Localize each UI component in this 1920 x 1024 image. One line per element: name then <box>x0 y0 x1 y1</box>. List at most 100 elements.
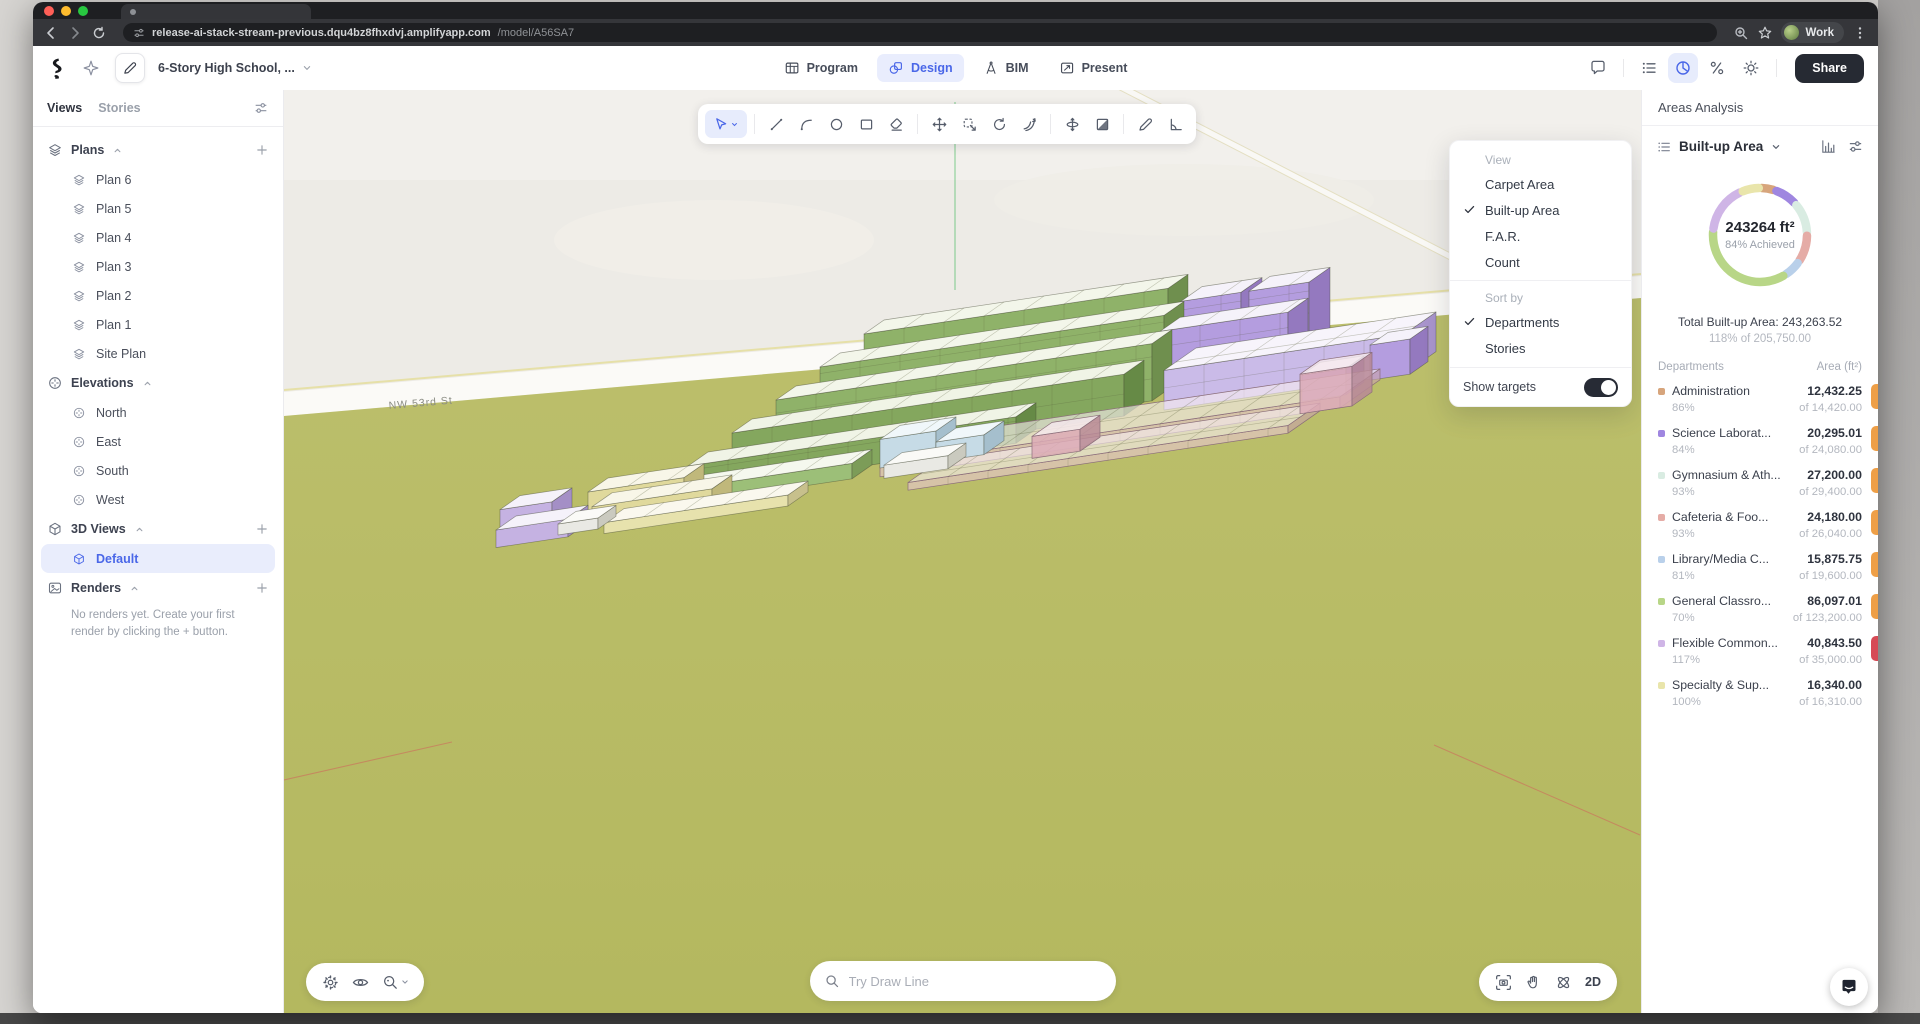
close-window-button[interactable] <box>44 6 54 16</box>
section-header-renders[interactable]: Renders <box>41 573 275 603</box>
sidebar-item-plan-3[interactable]: Plan 3 <box>41 252 275 281</box>
rotate-tool[interactable] <box>985 110 1013 138</box>
department-area-value: 24,180.00 <box>1807 510 1862 524</box>
3d-scene[interactable]: NW 53rd St NW 53rd St <box>284 90 1641 1013</box>
menu-option-departments[interactable]: Departments <box>1450 309 1631 335</box>
copy-tool[interactable] <box>955 110 983 138</box>
browser-tab[interactable] <box>121 4 311 19</box>
bar-chart-icon[interactable] <box>1820 138 1837 155</box>
menu-option-stories[interactable]: Stories <box>1450 335 1631 361</box>
eraser-tool[interactable] <box>882 110 910 138</box>
metric-selector[interactable]: Built-up Area <box>1679 139 1763 154</box>
department-row-gymnasium-ath[interactable]: Gymnasium & Ath... 27,200.00 93% of 29,4… <box>1658 468 1862 498</box>
app-logo[interactable] <box>47 57 67 79</box>
sidebar-item-plan-5[interactable]: Plan 5 <box>41 194 275 223</box>
share-button[interactable]: Share <box>1795 54 1864 83</box>
department-row-general-classro[interactable]: General Classro... 86,097.01 70% of 123,… <box>1658 594 1862 624</box>
site-settings-icon[interactable] <box>133 27 145 39</box>
sidebar-item-plan-6[interactable]: Plan 6 <box>41 165 275 194</box>
add-renders-button[interactable] <box>255 581 269 595</box>
sidebar-item-south[interactable]: South <box>41 456 275 485</box>
section-header-3d-views[interactable]: 3D Views <box>41 514 275 544</box>
forward-icon[interactable] <box>67 25 83 41</box>
sidebar-tab-stories[interactable]: Stories <box>98 101 140 115</box>
department-row-cafeteria-foo[interactable]: Cafeteria & Foo... 24,180.00 93% of 26,0… <box>1658 510 1862 540</box>
circle-tool[interactable] <box>822 110 850 138</box>
reload-icon[interactable] <box>91 25 107 41</box>
rectangle-tool[interactable] <box>852 110 880 138</box>
maximize-window-button[interactable] <box>78 6 88 16</box>
menu-option-count[interactable]: Count <box>1450 249 1631 275</box>
profile-avatar <box>1784 25 1799 40</box>
sidebar-item-west[interactable]: West <box>41 485 275 514</box>
tab-program[interactable]: Program <box>773 54 869 82</box>
ai-sparkle-button[interactable] <box>76 53 106 83</box>
add-3d-views-button[interactable] <box>255 522 269 536</box>
shortcuts-button[interactable] <box>1702 53 1732 83</box>
tab-present[interactable]: Present <box>1048 54 1139 82</box>
select-tool[interactable] <box>705 110 747 138</box>
capture-view-button[interactable] <box>1488 967 1518 997</box>
zoom-page-icon[interactable] <box>1733 25 1749 41</box>
menu-option-carpet-area[interactable]: Carpet Area <box>1450 171 1631 197</box>
sidebar-item-plan-1[interactable]: Plan 1 <box>41 310 275 339</box>
browser-menu-icon[interactable] <box>1852 25 1868 41</box>
section-header-elevations[interactable]: Elevations <box>41 368 275 398</box>
theme-brightness-button[interactable] <box>1736 53 1766 83</box>
viewport-settings-button[interactable] <box>315 967 345 997</box>
zoom-options-button[interactable] <box>375 967 415 997</box>
areas-analysis-button[interactable] <box>1668 53 1698 83</box>
line-tool[interactable] <box>762 110 790 138</box>
orbit-button[interactable] <box>1548 967 1578 997</box>
sidebar-item-plan-2[interactable]: Plan 2 <box>41 281 275 310</box>
department-row-specialty-sup[interactable]: Specialty & Sup... 16,340.00 100% of 16,… <box>1658 678 1862 708</box>
department-row-administration[interactable]: Administration 12,432.25 86% of 14,420.0… <box>1658 384 1862 414</box>
section-header-plans[interactable]: Plans <box>41 135 275 165</box>
sidebar-filter-button[interactable] <box>253 100 269 116</box>
url-bar[interactable]: release-ai-stack-stream-previous.dqu4bz8… <box>123 23 1717 42</box>
sidebar-tab-views[interactable]: Views <box>47 101 82 115</box>
toggle-2d-button[interactable]: 2D <box>1578 967 1608 997</box>
department-target: of 29,400.00 <box>1799 486 1862 498</box>
tab-design[interactable]: Design <box>877 54 964 82</box>
back-icon[interactable] <box>43 25 59 41</box>
menu-option-built-up-area[interactable]: Built-up Area <box>1450 197 1631 223</box>
department-target: of 26,040.00 <box>1799 528 1862 540</box>
cube-icon <box>72 551 86 565</box>
move-tool[interactable] <box>925 110 953 138</box>
browser-profile-chip[interactable]: Work <box>1781 22 1844 43</box>
command-search-bar[interactable] <box>810 961 1116 1001</box>
help-chat-button[interactable] <box>1830 968 1868 1006</box>
sidebar-item-plan-4[interactable]: Plan 4 <box>41 223 275 252</box>
list-view-button[interactable] <box>1634 53 1664 83</box>
pencil-tool[interactable] <box>1131 110 1159 138</box>
search-input[interactable] <box>849 974 1102 989</box>
pan-button[interactable] <box>1518 967 1548 997</box>
sidebar-item-default[interactable]: Default <box>41 544 275 573</box>
comments-button[interactable] <box>1583 53 1613 83</box>
minimize-window-button[interactable] <box>61 6 71 16</box>
tab-bim[interactable]: BIM <box>972 54 1040 82</box>
angle-tool[interactable] <box>1161 110 1189 138</box>
project-name-selector[interactable]: 6-Story High School, ... <box>158 61 313 75</box>
department-row-science-laborat[interactable]: Science Laborat... 20,295.01 84% of 24,0… <box>1658 426 1862 456</box>
department-target: of 19,600.00 <box>1799 570 1862 582</box>
bookmark-star-icon[interactable] <box>1757 25 1773 41</box>
sidebar-item-east[interactable]: East <box>41 427 275 456</box>
department-row-flexible-common[interactable]: Flexible Common... 40,843.50 117% of 35,… <box>1658 636 1862 666</box>
flip-tool[interactable] <box>1058 110 1086 138</box>
show-targets-toggle[interactable] <box>1584 378 1618 397</box>
department-row-library-media-c[interactable]: Library/Media C... 15,875.75 81% of 19,6… <box>1658 552 1862 582</box>
section-tool[interactable] <box>1088 110 1116 138</box>
menu-option-f-a-r[interactable]: F.A.R. <box>1450 223 1631 249</box>
visibility-button[interactable] <box>345 967 375 997</box>
panel-settings-icon[interactable] <box>1847 138 1864 155</box>
chevron-down-icon[interactable] <box>1770 141 1782 153</box>
sidebar-item-site-plan[interactable]: Site Plan <box>41 339 275 368</box>
model-viewport[interactable]: NW 53rd St NW 53rd St ViewCarpet AreaBui… <box>284 90 1641 1013</box>
sidebar-item-north[interactable]: North <box>41 398 275 427</box>
offset-tool[interactable] <box>1015 110 1043 138</box>
arc-tool[interactable] <box>792 110 820 138</box>
add-plans-button[interactable] <box>255 143 269 157</box>
edit-pencil-button[interactable] <box>115 53 145 83</box>
